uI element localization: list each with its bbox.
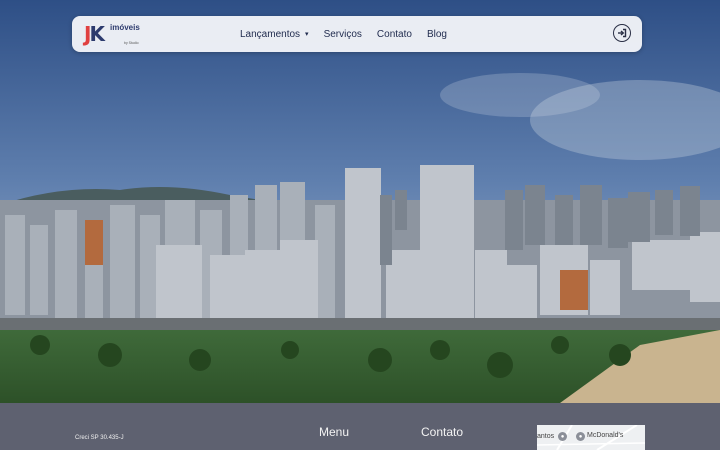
location-map[interactable]: antos ● ● McDonald's bbox=[537, 425, 645, 450]
creci-number: Creci SP 30.435-J bbox=[75, 435, 124, 441]
restaurant-icon: ● bbox=[576, 432, 585, 441]
main-nav: Lançamentos ▾ Serviços Contato Blog bbox=[240, 16, 447, 52]
sign-in-icon bbox=[618, 28, 627, 38]
nav-item-contato[interactable]: Contato bbox=[377, 29, 412, 40]
top-navigation-bar: JK imóveis by Studio Lançamentos ▾ Servi… bbox=[72, 16, 642, 52]
hero-image bbox=[0, 0, 720, 403]
logo-mark: JK bbox=[84, 22, 105, 46]
map-label-city: antos bbox=[537, 433, 555, 440]
site-logo[interactable]: JK imóveis by Studio bbox=[82, 22, 144, 48]
nav-item-label: Blog bbox=[426, 28, 447, 40]
logo-wordmark: imóveis bbox=[110, 23, 140, 32]
chevron-down-icon: ▾ bbox=[305, 31, 309, 38]
logo-tagline: by Studio bbox=[124, 41, 139, 45]
nav-item-label: Contato bbox=[376, 28, 412, 40]
city-skyline-illustration bbox=[0, 0, 720, 403]
map-pin-icon: ● bbox=[558, 432, 567, 441]
footer-contato-heading: Contato bbox=[421, 425, 464, 439]
site-footer: Creci SP 30.435-J Menu Contato antos ● ●… bbox=[0, 403, 720, 450]
nav-item-label: Serviços bbox=[323, 28, 362, 40]
login-button[interactable] bbox=[613, 24, 631, 42]
nav-item-servicos[interactable]: Serviços bbox=[324, 29, 362, 40]
footer-menu-heading: Menu bbox=[319, 425, 350, 439]
nav-item-label: Lançamentos bbox=[240, 28, 301, 40]
nav-item-blog[interactable]: Blog bbox=[427, 29, 447, 40]
map-label-place: McDonald's bbox=[587, 432, 624, 439]
nav-item-lancamentos[interactable]: Lançamentos ▾ bbox=[240, 29, 309, 40]
